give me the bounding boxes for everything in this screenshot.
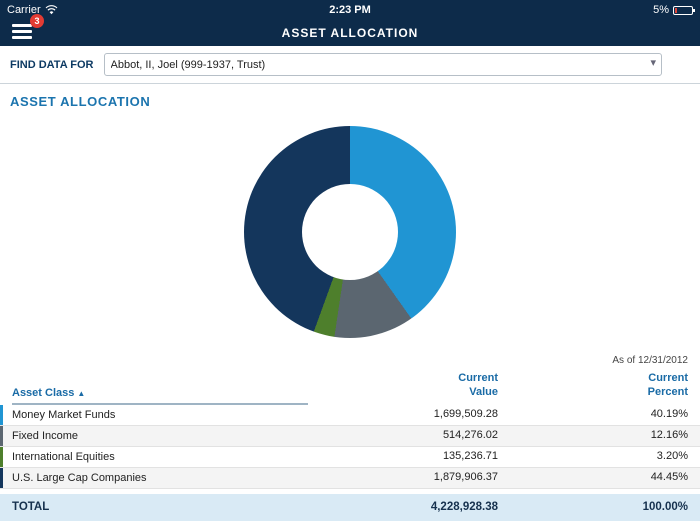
wifi-icon bbox=[45, 5, 58, 15]
table-row[interactable]: Money Market Funds1,699,509.2840.19% bbox=[0, 405, 700, 426]
carrier-label: Carrier bbox=[7, 4, 41, 16]
row-color-indicator bbox=[0, 447, 3, 467]
current-value-cell: 135,236.71 bbox=[308, 450, 498, 464]
current-value-cell: 1,879,906.37 bbox=[308, 471, 498, 485]
row-color-indicator bbox=[0, 426, 3, 446]
find-data-select[interactable]: Abbot, II, Joel (999-1937, Trust) bbox=[104, 53, 662, 76]
total-label: TOTAL bbox=[12, 501, 308, 513]
nav-bar: 3 ASSET ALLOCATION bbox=[0, 20, 700, 46]
asset-class-cell: U.S. Large Cap Companies bbox=[12, 472, 308, 484]
asset-class-cell: International Equities bbox=[12, 451, 308, 463]
current-value-cell: 514,276.02 bbox=[308, 429, 498, 443]
top-navy-area: 2:23 PM Carrier 5% 3 ASSET ALLOCATION bbox=[0, 0, 700, 46]
status-time: 2:23 PM bbox=[0, 4, 700, 16]
total-row: TOTAL 4,228,928.38 100.00% bbox=[0, 494, 700, 521]
donut-chart bbox=[244, 126, 456, 338]
table-row[interactable]: U.S. Large Cap Companies1,879,906.3744.4… bbox=[0, 468, 700, 489]
notification-badge: 3 bbox=[30, 14, 44, 28]
current-value-header: Current Value bbox=[308, 372, 498, 405]
table-body: Money Market Funds1,699,509.2840.19%Fixe… bbox=[0, 405, 700, 489]
battery-icon bbox=[673, 6, 693, 15]
current-value-cell: 1,699,509.28 bbox=[308, 408, 498, 422]
status-bar: 2:23 PM Carrier 5% bbox=[0, 0, 700, 20]
row-color-indicator bbox=[0, 468, 3, 488]
table-row[interactable]: International Equities135,236.713.20% bbox=[0, 447, 700, 468]
section-title: ASSET ALLOCATION bbox=[0, 84, 700, 111]
page-title: ASSET ALLOCATION bbox=[282, 26, 419, 40]
hamburger-menu-button[interactable]: 3 bbox=[12, 21, 36, 43]
total-percent: 100.00% bbox=[498, 500, 688, 514]
find-data-label: FIND DATA FOR bbox=[10, 59, 94, 71]
sort-asc-icon: ▲ bbox=[77, 389, 85, 398]
asset-class-header[interactable]: Asset Class▲ bbox=[12, 387, 308, 405]
current-percent-cell: 3.20% bbox=[498, 450, 688, 464]
row-color-indicator bbox=[0, 405, 3, 425]
total-value: 4,228,928.38 bbox=[308, 500, 498, 514]
current-percent-cell: 44.45% bbox=[498, 471, 688, 485]
current-percent-header: Current Percent bbox=[498, 372, 688, 405]
current-percent-cell: 40.19% bbox=[498, 408, 688, 422]
asset-class-cell: Money Market Funds bbox=[12, 409, 308, 421]
table-row[interactable]: Fixed Income514,276.0212.16% bbox=[0, 426, 700, 447]
chart-area bbox=[0, 111, 700, 353]
table-header-row: Asset Class▲ Current Value Current Perce… bbox=[0, 370, 700, 405]
as-of-date: As of 12/31/2012 bbox=[0, 353, 700, 370]
battery-percent: 5% bbox=[653, 4, 669, 16]
find-data-row: FIND DATA FOR Abbot, II, Joel (999-1937,… bbox=[0, 46, 700, 84]
asset-class-cell: Fixed Income bbox=[12, 430, 308, 442]
current-percent-cell: 12.16% bbox=[498, 429, 688, 443]
